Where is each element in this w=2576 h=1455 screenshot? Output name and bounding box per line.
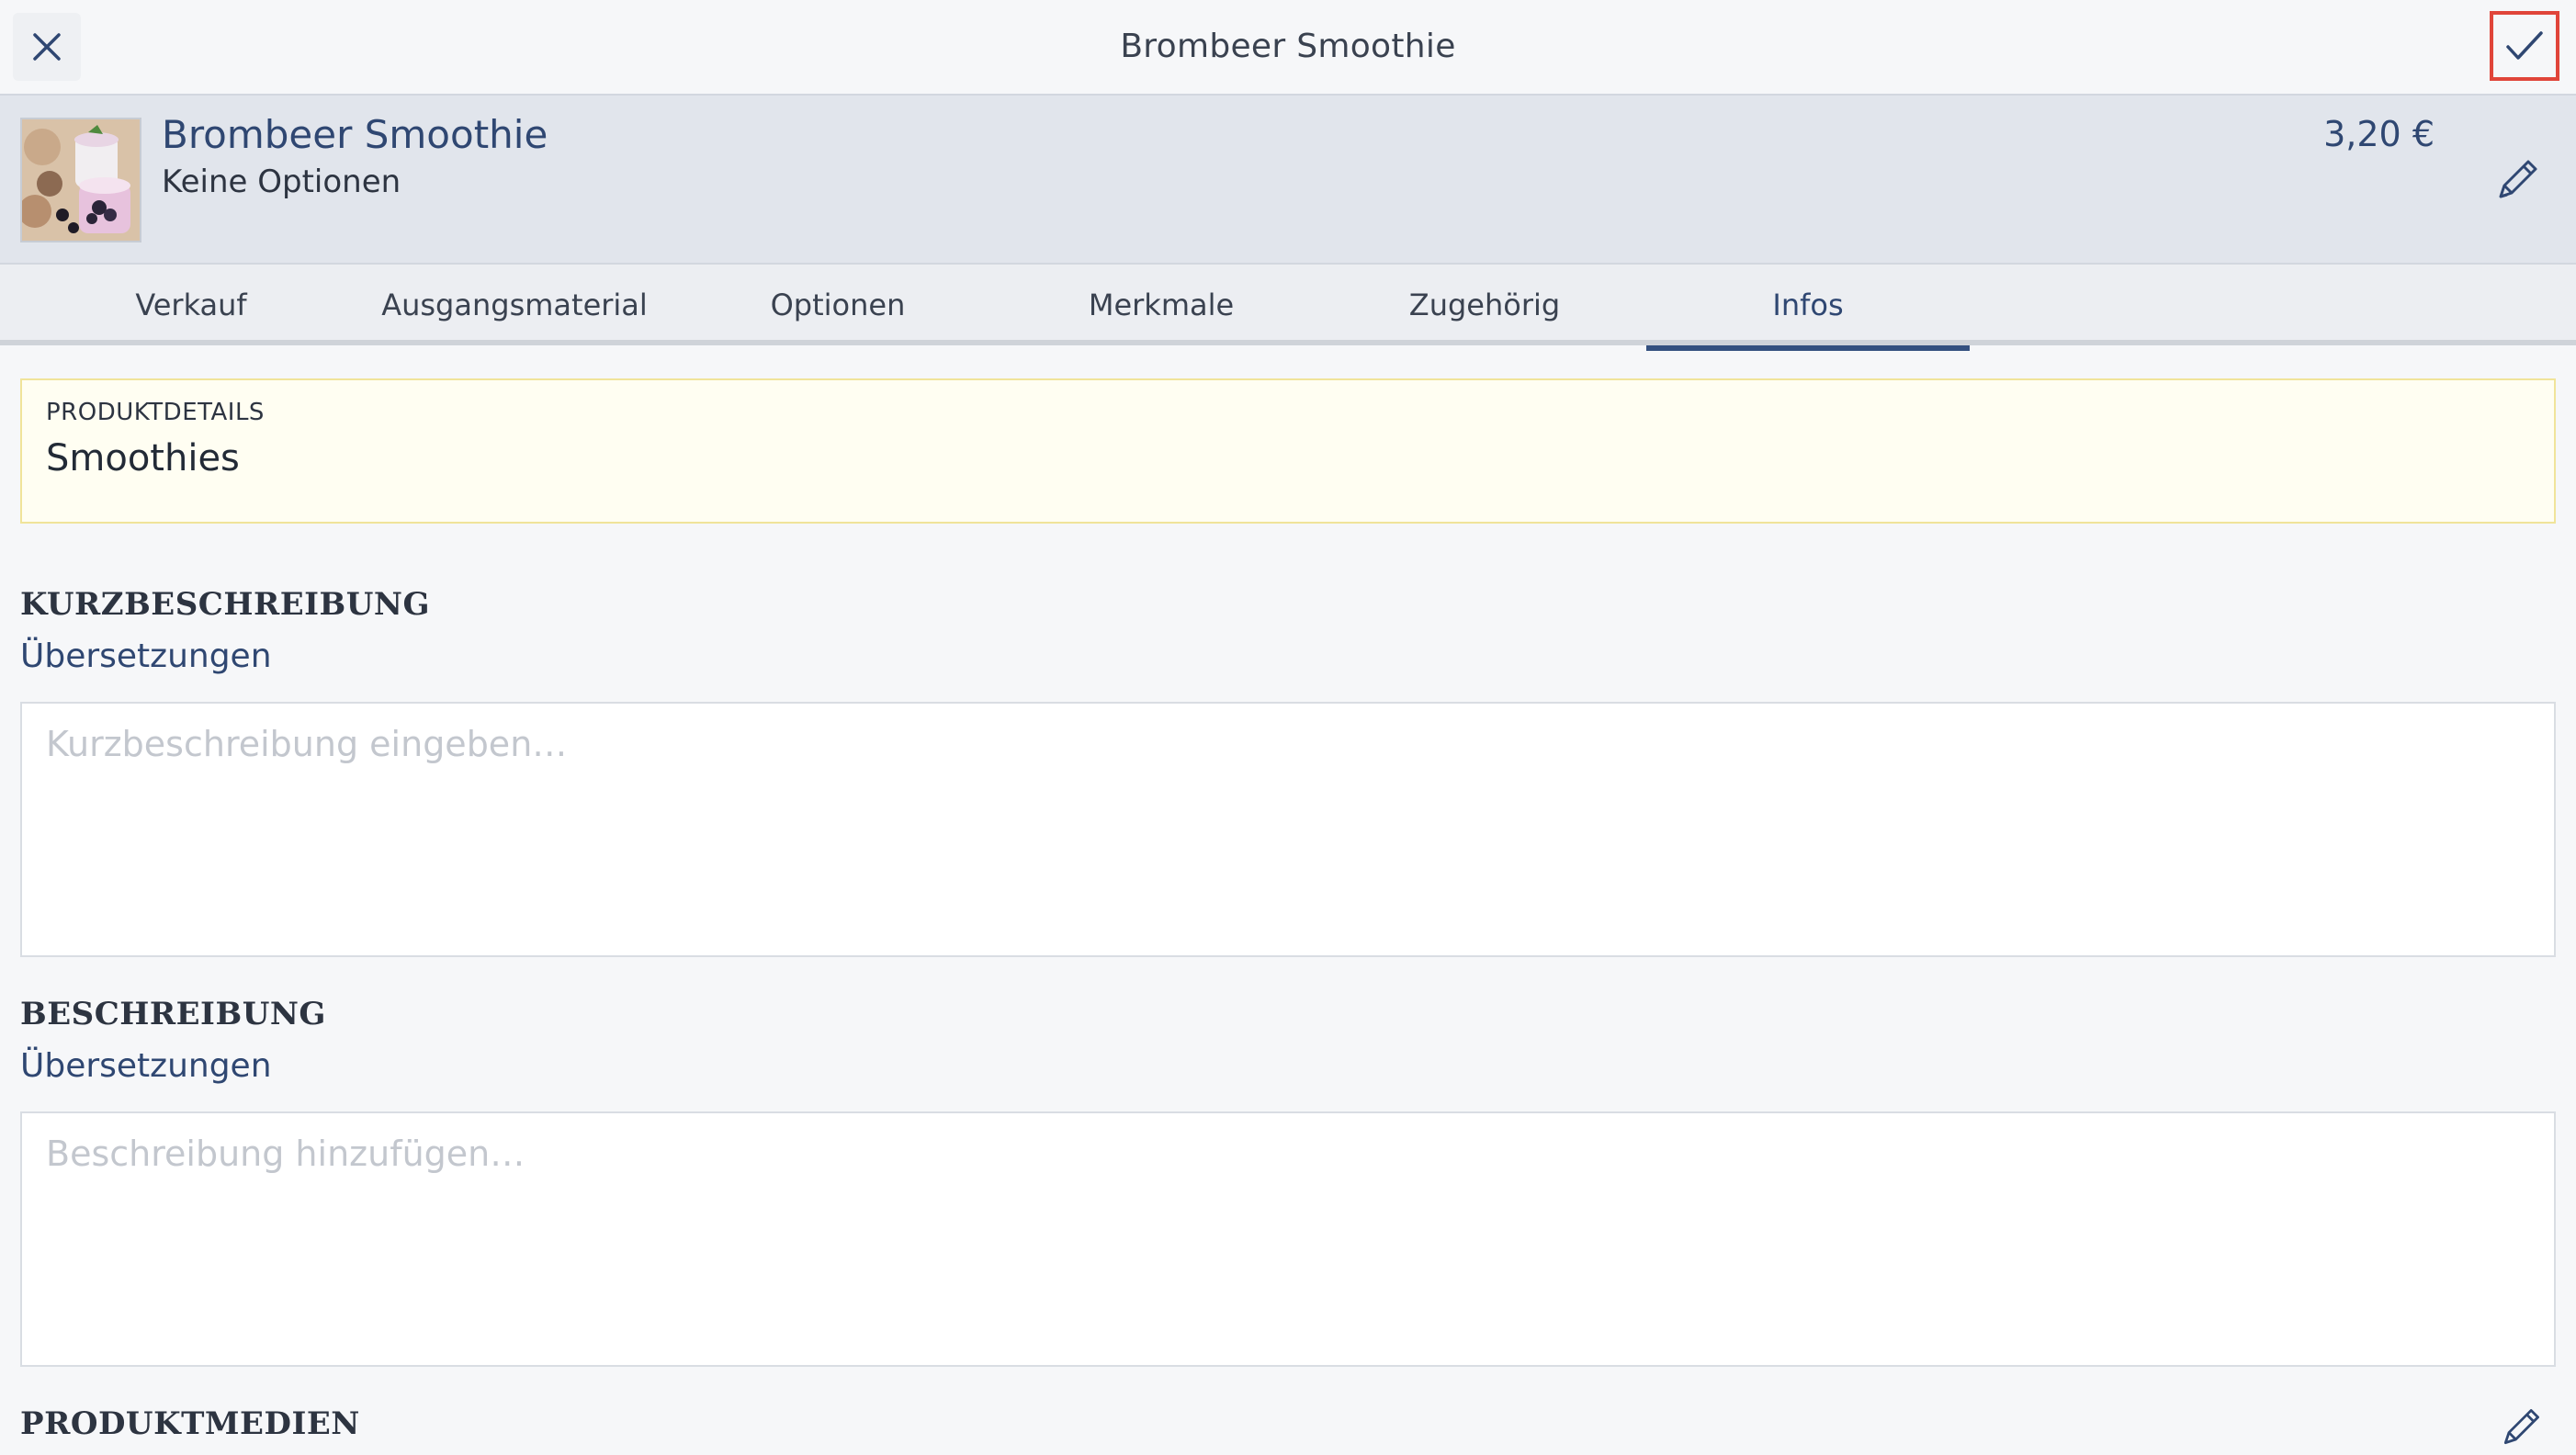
product-options: Keine Optionen <box>162 164 401 200</box>
description-translations-link[interactable]: Übersetzungen <box>20 1047 272 1085</box>
description-title: BESCHREIBUNG <box>20 996 326 1032</box>
edit-media-button[interactable] <box>2497 1404 2545 1451</box>
product-price: 3,20 € <box>2323 114 2435 154</box>
tab-verkauf[interactable]: Verkauf <box>29 265 353 345</box>
short-description-translations-link[interactable]: Übersetzungen <box>20 637 272 675</box>
pencil-icon <box>2499 160 2537 198</box>
product-details-value: Smoothies <box>46 437 240 479</box>
product-name: Brombeer Smoothie <box>162 112 548 157</box>
top-bar: Brombeer Smoothie <box>0 0 2576 94</box>
smoothie-photo <box>22 119 140 241</box>
short-description-input[interactable] <box>20 702 2556 957</box>
tab-optionen[interactable]: Optionen <box>676 265 1000 345</box>
product-header: Brombeer Smoothie Keine Optionen 3,20 € <box>0 94 2576 265</box>
product-thumbnail[interactable] <box>20 118 141 242</box>
checkmark-icon <box>2506 31 2543 60</box>
tab-ausgangsmaterial[interactable]: Ausgangsmaterial <box>353 265 676 345</box>
tab-bar: Verkauf Ausgangsmaterial Optionen Merkma… <box>0 265 2576 351</box>
product-details-label: PRODUKTDETAILS <box>46 399 265 426</box>
pencil-icon <box>2503 1409 2539 1445</box>
product-media-title: PRODUKTMEDIEN <box>20 1405 360 1442</box>
tab-merkmale[interactable]: Merkmale <box>1000 265 1323 345</box>
product-details-box[interactable]: PRODUKTDETAILS Smoothies <box>20 378 2556 524</box>
confirm-button[interactable] <box>2490 11 2559 81</box>
tab-zugehoerig[interactable]: Zugehörig <box>1323 265 1646 345</box>
page-title: Brombeer Smoothie <box>1120 28 1456 65</box>
tab-infos[interactable]: Infos <box>1646 265 1970 351</box>
edit-product-button[interactable] <box>2490 152 2545 208</box>
description-input[interactable] <box>20 1111 2556 1367</box>
short-description-title: KURZBESCHREIBUNG <box>20 586 431 623</box>
